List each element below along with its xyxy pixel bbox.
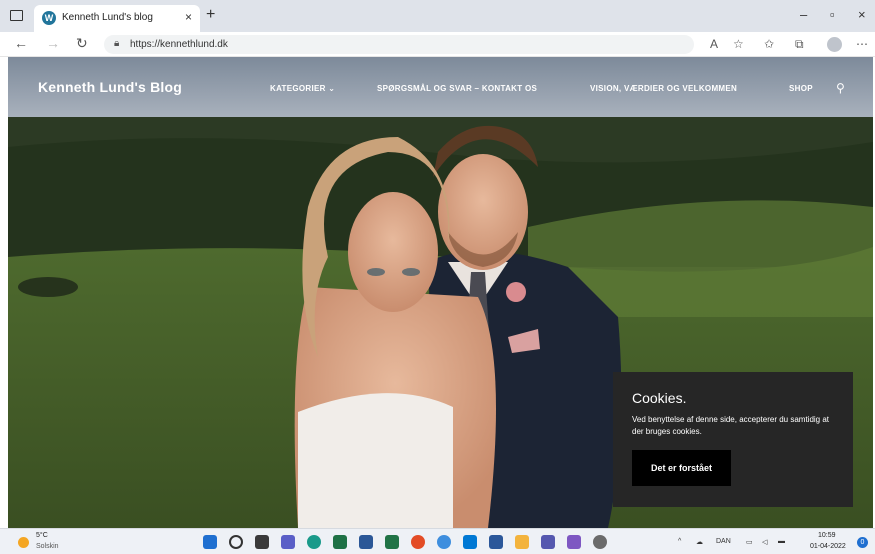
lock-icon[interactable]: 🔒︎ [114,38,119,49]
back-icon[interactable]: ← [14,35,28,51]
display-icon[interactable]: ▭ [746,538,753,546]
forward-icon[interactable]: → [46,35,60,51]
browser-toolbar: ← → ↻ 🔒︎ https://kennethlund.dk A ☆ ✩ ⧉ … [0,32,875,57]
sun-icon[interactable] [18,537,29,548]
profile-avatar[interactable] [827,37,842,52]
tray-chevron-icon[interactable]: ^ [678,538,681,545]
favorites-icon[interactable]: ✩ [764,37,774,51]
website-viewport: Kenneth Lund's Blog KATEGORIER ⌄ SPØRGSM… [8,57,873,528]
weather-desc[interactable]: Solskin [36,543,59,550]
nav-item-kontakt[interactable]: SPØRGSMÅL OG SVAR – KONTAKT OS [377,84,537,93]
mail-icon[interactable] [463,535,477,549]
cookie-title: Cookies. [632,390,687,406]
tab-close-icon[interactable]: × [185,10,192,24]
language-indicator[interactable]: DAN [716,538,731,545]
minimize-icon[interactable]: – [800,7,807,22]
url-text[interactable]: https://kennethlund.dk [130,39,228,50]
refresh-icon[interactable]: ↻ [76,35,88,52]
search-icon[interactable]: ⚲ [836,81,845,95]
edge-icon[interactable] [307,535,321,549]
site-title[interactable]: Kenneth Lund's Blog [38,79,182,95]
clock-time[interactable]: 10:59 [818,532,836,539]
taskbar: 5°C Solskin ^ ☁ DAN ▭ ◁ ▬ 10:59 01-04-20… [0,528,875,554]
battery-icon[interactable]: ▬ [778,538,785,545]
excel-icon[interactable] [333,535,347,549]
volume-icon[interactable]: ◁ [762,538,767,546]
sheet-icon[interactable] [385,535,399,549]
app-icon-b[interactable] [541,535,555,549]
nav-item-kategorier[interactable]: KATEGORIER ⌄ [270,84,335,93]
word-icon[interactable] [489,535,503,549]
accept-cookies-button[interactable]: Det er forstået [632,450,731,486]
settings-icon[interactable] [593,535,607,549]
close-window-icon[interactable]: × [858,7,866,22]
collections-icon[interactable]: ⧉ [795,37,804,52]
read-aloud-icon[interactable]: A [710,37,718,51]
add-favorite-icon[interactable]: ☆ [733,37,744,51]
app-icon-a[interactable] [437,535,451,549]
new-tab-button[interactable]: + [206,6,215,24]
app-icon-c[interactable] [567,535,581,549]
notification-badge[interactable]: 0 [857,537,868,548]
tray-cloud-icon[interactable]: ☁ [696,538,703,546]
tab-title: Kenneth Lund's blog [62,12,153,23]
search-taskbar-icon[interactable] [229,535,243,549]
teams-chat-icon[interactable] [281,535,295,549]
restore-icon[interactable]: ▫ [830,7,835,22]
weather-temp[interactable]: 5°C [36,532,48,539]
chrome-icon[interactable] [411,535,425,549]
task-view-icon[interactable] [255,535,269,549]
browser-tab[interactable]: W Kenneth Lund's blog × [34,5,200,32]
browser-tab-strip: W Kenneth Lund's blog × + – ▫ × [0,0,875,32]
cookie-popup: Cookies. Ved benyttelse af denne side, a… [613,372,853,507]
nav-item-shop[interactable]: SHOP [789,84,813,93]
address-bar[interactable]: 🔒︎ https://kennethlund.dk [104,35,694,54]
cookie-text: Ved benyttelse af denne side, accepterer… [632,415,830,436]
chevron-down-icon: ⌄ [328,84,336,93]
wordpress-icon: W [42,11,56,25]
start-icon[interactable] [203,535,217,549]
nav-label: KATEGORIER [270,84,326,93]
more-icon[interactable]: ⋯ [856,37,868,51]
clock-date[interactable]: 01-04-2022 [810,543,846,550]
store-icon[interactable] [359,535,373,549]
window-menu-icon[interactable] [10,10,23,21]
folder-icon[interactable] [515,535,529,549]
nav-item-vision[interactable]: VISION, VÆRDIER OG VELKOMMEN [590,84,737,93]
